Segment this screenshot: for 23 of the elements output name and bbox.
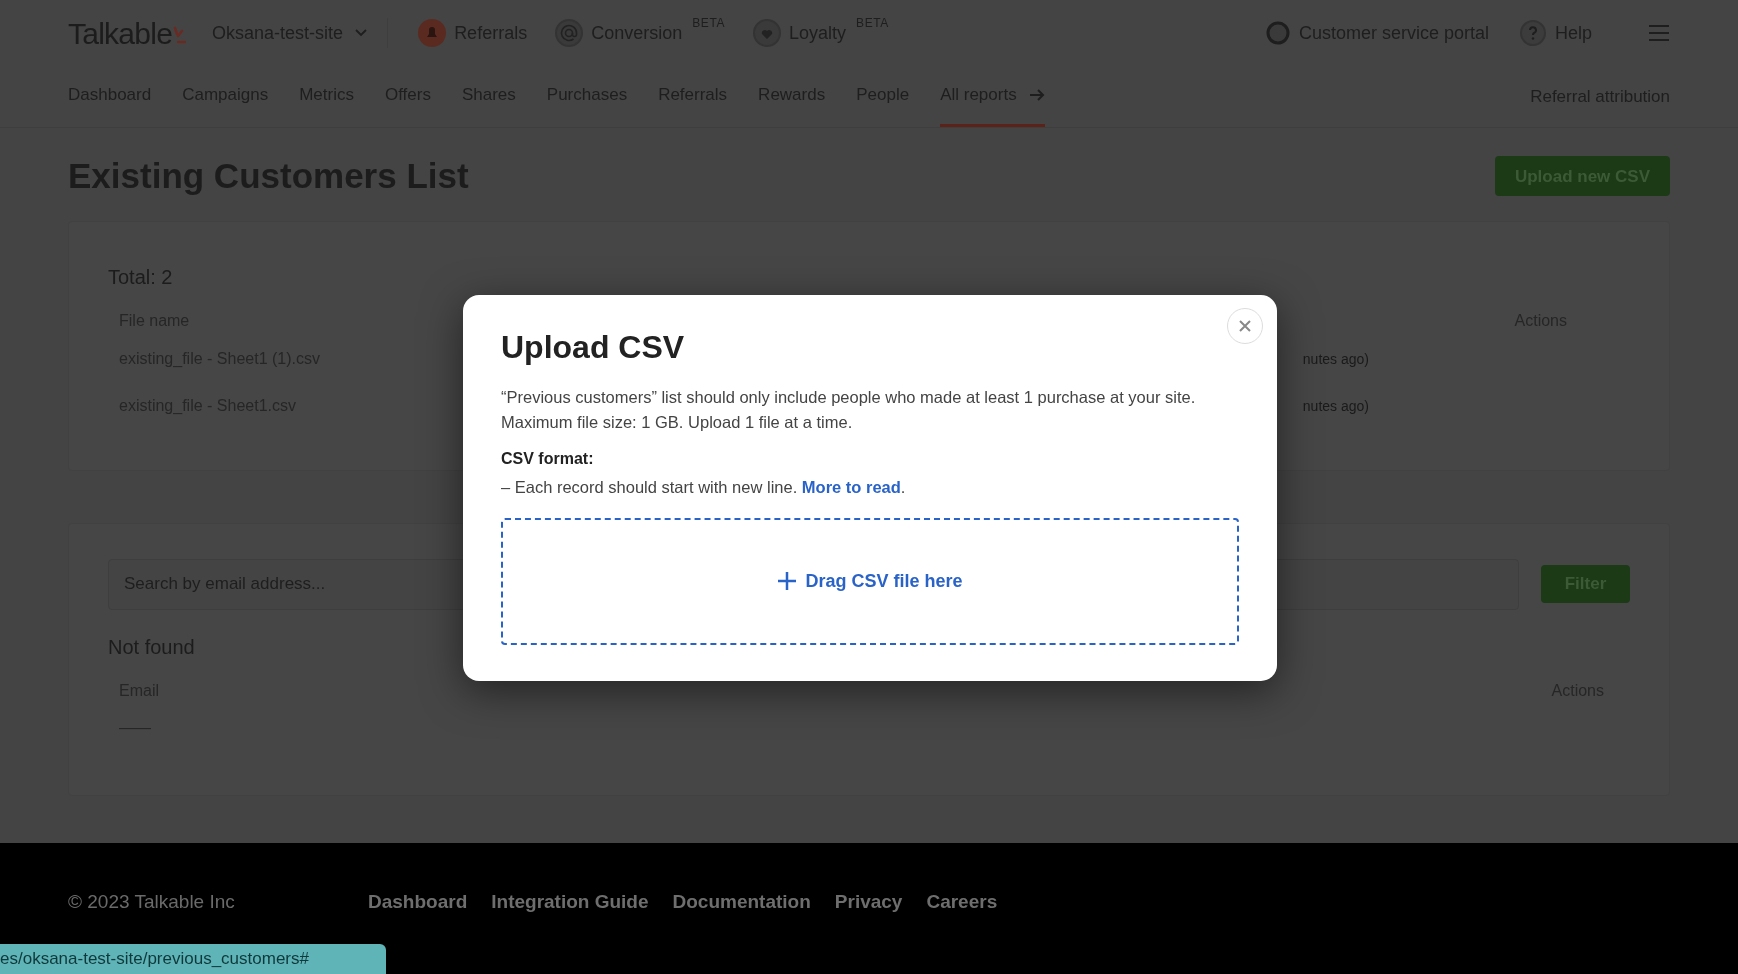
format-heading: CSV format: [501,449,595,469]
plus-icon [777,571,798,592]
drop-zone[interactable]: Drag CSV file here [501,517,1239,645]
more-link[interactable]: More to read [801,478,901,496]
close-icon[interactable] [1227,308,1263,344]
status-url: es/oksana-test-site/previous_customers# [0,944,386,974]
menu-icon[interactable] [1648,25,1670,41]
format-instruction: – Each record should start with new line. More to read. [501,477,907,498]
footer-link[interactable]: Integration Guide [491,888,649,917]
circle-icon [1264,20,1291,46]
help-icon [1518,19,1547,47]
at-sign-icon [555,19,584,47]
copyright: © 2023 Talkable Inc [68,890,236,915]
dialog-title: Upload CSV [501,328,686,367]
footer-link[interactable]: Documentation [672,888,811,917]
dialog-description: “Previous customers” list should only include people who made at least 1 purchase at your site. Maximum file size: 1 GB. Upload 1 file at a time. [501,387,1197,433]
bell-icon [418,19,447,47]
footer-link[interactable]: Careers [926,888,998,917]
footer-link[interactable]: Dashboard [368,888,468,917]
arrow-right-icon [1028,88,1045,102]
footer-link[interactable]: Privacy [834,888,903,917]
chevron-down-icon [355,29,368,37]
table-cell-text: —— [118,717,152,738]
